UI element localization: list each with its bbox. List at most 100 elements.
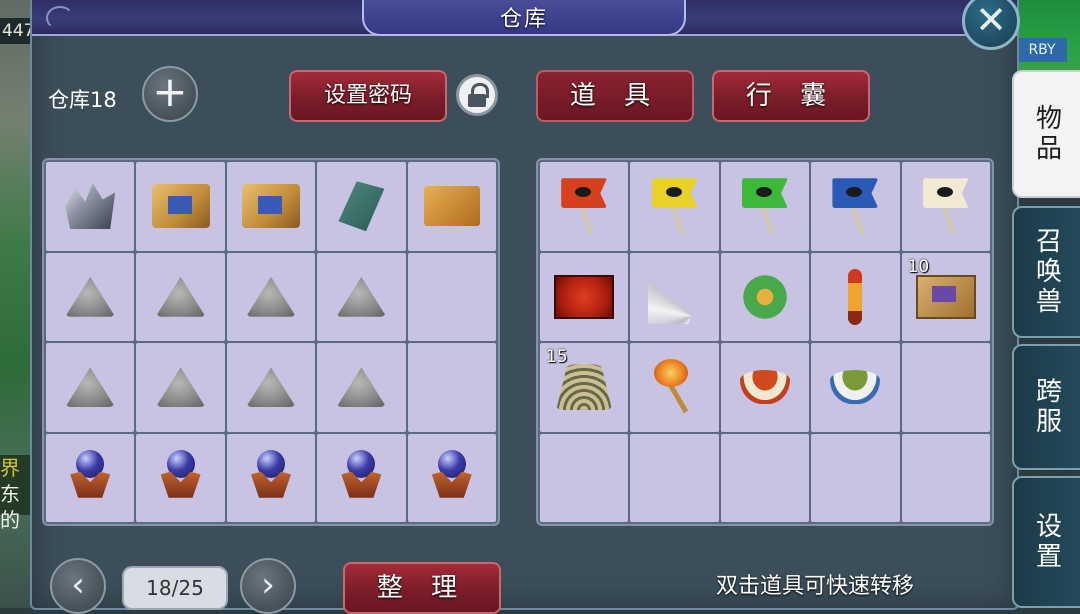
stone-icon bbox=[155, 276, 206, 317]
side-tab-pets[interactable]: 召唤兽 bbox=[1012, 206, 1080, 338]
inventory-slot[interactable]: 10 bbox=[901, 252, 990, 341]
side-tab-goods[interactable]: 物品 bbox=[1012, 70, 1080, 198]
warehouse-grid bbox=[42, 158, 500, 526]
stone-icon bbox=[65, 276, 116, 317]
warehouse-slot[interactable] bbox=[317, 343, 406, 432]
red-flag-icon bbox=[559, 176, 609, 236]
yellow-flag-icon bbox=[650, 176, 700, 236]
world-left-chat: 界 东的 bbox=[0, 455, 34, 532]
lock-body bbox=[468, 94, 486, 107]
prev-page-button[interactable]: ‹ bbox=[50, 558, 106, 614]
stone-icon bbox=[336, 276, 387, 317]
inventory-slot[interactable] bbox=[901, 343, 990, 432]
inventory-slot[interactable] bbox=[901, 433, 990, 522]
add-warehouse-button[interactable]: + bbox=[142, 66, 198, 122]
title-bar: 仓库 bbox=[32, 0, 1017, 36]
green-flag-icon bbox=[740, 176, 790, 236]
inventory-slot[interactable] bbox=[901, 162, 990, 251]
stone-icon bbox=[155, 367, 206, 408]
blue-orb-icon bbox=[429, 449, 475, 506]
stone-icon bbox=[336, 367, 387, 408]
inventory-grid-cells: 10 15 bbox=[538, 160, 992, 524]
world-right-sign: RBY bbox=[1017, 38, 1067, 62]
tab-bag[interactable]: 行 囊 bbox=[712, 70, 870, 122]
warehouse-slot[interactable] bbox=[136, 433, 225, 522]
inventory-slot[interactable] bbox=[811, 162, 900, 251]
warehouse-slot[interactable] bbox=[226, 433, 316, 522]
warehouse-slot[interactable] bbox=[46, 252, 135, 341]
inventory-slot[interactable] bbox=[720, 343, 810, 432]
warehouse-slot[interactable] bbox=[226, 252, 316, 341]
stone-icon bbox=[245, 367, 296, 408]
blue-orb-icon bbox=[67, 449, 113, 506]
close-icon: ✕ bbox=[975, 0, 1007, 42]
blue-orb-icon bbox=[338, 449, 384, 506]
inventory-slot[interactable] bbox=[630, 162, 719, 251]
page-indicator: 18/25 bbox=[122, 566, 228, 610]
inventory-slot[interactable] bbox=[720, 433, 810, 522]
chevron-left-icon: ‹ bbox=[71, 565, 85, 605]
blue-flag-icon bbox=[830, 176, 880, 236]
inventory-slot[interactable] bbox=[540, 252, 629, 341]
golden-map-icon bbox=[423, 186, 480, 227]
inventory-grid: 10 15 bbox=[536, 158, 994, 526]
inventory-slot[interactable] bbox=[811, 343, 900, 432]
warehouse-slot[interactable] bbox=[46, 433, 135, 522]
set-password-button[interactable]: 设置密码 bbox=[289, 70, 447, 122]
warehouse-slot[interactable] bbox=[226, 162, 316, 251]
inventory-slot[interactable] bbox=[630, 433, 719, 522]
warehouse-slot[interactable] bbox=[136, 343, 225, 432]
inventory-slot[interactable] bbox=[720, 252, 810, 341]
warehouse-number-label: 仓库18 bbox=[48, 88, 117, 112]
sort-button[interactable]: 整 理 bbox=[343, 562, 501, 614]
inventory-slot[interactable] bbox=[630, 343, 719, 432]
item-quantity: 15 bbox=[546, 347, 568, 367]
warehouse-slot[interactable] bbox=[136, 162, 225, 251]
side-tab-settings[interactable]: 设置 bbox=[1012, 476, 1080, 608]
window-title: 仓库 bbox=[499, 7, 548, 32]
title-plate: 仓库 bbox=[362, 0, 686, 36]
blue-orb-icon bbox=[158, 449, 204, 506]
red-box-icon bbox=[554, 274, 615, 319]
inventory-slot[interactable]: 15 bbox=[540, 343, 629, 432]
scroll-mat-icon bbox=[915, 274, 976, 319]
warehouse-slot[interactable] bbox=[317, 162, 406, 251]
chevron-right-icon: › bbox=[261, 565, 275, 605]
world-chat-line-2: 东的 bbox=[0, 482, 20, 532]
lock-icon[interactable] bbox=[456, 74, 498, 116]
warehouse-slot[interactable] bbox=[226, 343, 316, 432]
tab-items[interactable]: 道 具 bbox=[536, 70, 694, 122]
transfer-hint: 双击道具可快速转移 bbox=[716, 574, 915, 599]
warehouse-slot[interactable] bbox=[46, 343, 135, 432]
inventory-slot[interactable] bbox=[720, 162, 810, 251]
stone-icon bbox=[65, 367, 116, 408]
title-ornament-left bbox=[46, 6, 74, 30]
inventory-slot[interactable] bbox=[630, 252, 719, 341]
bamboo-hat-icon bbox=[556, 364, 613, 411]
herb-icon bbox=[739, 269, 790, 324]
warehouse-slot[interactable] bbox=[407, 343, 496, 432]
next-page-button[interactable]: › bbox=[240, 558, 296, 614]
inventory-slot[interactable] bbox=[811, 433, 900, 522]
inventory-slot[interactable] bbox=[540, 433, 629, 522]
blue-bowl-icon bbox=[830, 370, 881, 405]
fire-axe-icon bbox=[650, 359, 700, 415]
warehouse-slot[interactable] bbox=[46, 162, 135, 251]
side-tab-cross-server[interactable]: 跨服 bbox=[1012, 344, 1080, 470]
warehouse-slot[interactable] bbox=[407, 252, 496, 341]
warehouse-slot[interactable] bbox=[317, 252, 406, 341]
item-quantity: 10 bbox=[907, 256, 930, 277]
jade-belt-icon bbox=[338, 181, 385, 232]
warehouse-slot[interactable] bbox=[317, 433, 406, 522]
plus-icon: + bbox=[152, 67, 188, 116]
stone-icon bbox=[245, 276, 296, 317]
inventory-slot[interactable] bbox=[811, 252, 900, 341]
warehouse-slot[interactable] bbox=[407, 162, 496, 251]
warehouse-grid-cells bbox=[44, 160, 498, 524]
warehouse-slot[interactable] bbox=[407, 433, 496, 522]
inventory-slot[interactable] bbox=[540, 162, 629, 251]
treasure-map-scroll-icon bbox=[241, 184, 300, 229]
warehouse-slot[interactable] bbox=[136, 252, 225, 341]
world-chat-line-1: 界 bbox=[0, 456, 20, 480]
blue-orb-icon bbox=[248, 449, 294, 506]
